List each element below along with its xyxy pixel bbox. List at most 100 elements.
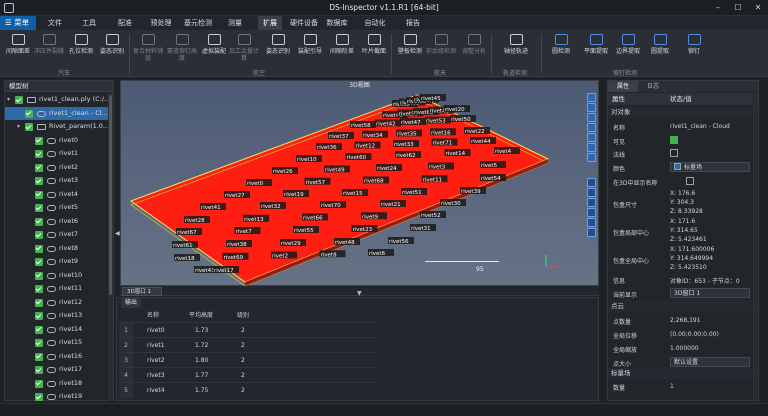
- menu-item-8[interactable]: 数据库: [322, 16, 352, 30]
- settings-icon[interactable]: [587, 228, 596, 237]
- pick-point-icon[interactable]: [587, 178, 596, 187]
- visibility-checkbox[interactable]: [35, 339, 43, 347]
- menu-item-9[interactable]: 自动化: [358, 16, 392, 30]
- normal-checkbox[interactable]: [670, 149, 678, 157]
- view-front-icon[interactable]: [587, 93, 596, 102]
- visibility-checkbox[interactable]: [35, 204, 43, 212]
- visibility-checkbox[interactable]: [35, 393, 43, 401]
- tree-item[interactable]: rivet8: [5, 242, 109, 256]
- table-row[interactable]: 4 rivet3 1.77 2: [119, 367, 375, 383]
- maximize-icon[interactable]: ☐: [728, 0, 748, 16]
- tree-item[interactable]: rivet0: [5, 134, 109, 148]
- column-header[interactable]: 名称: [147, 310, 159, 322]
- zoom-fit-icon[interactable]: [587, 153, 596, 162]
- ribbon-tool-4-4[interactable]: 铆钉: [678, 32, 710, 66]
- ribbon-tool-0-2[interactable]: 孔位检测: [65, 32, 97, 66]
- minimize-icon[interactable]: –: [708, 0, 728, 16]
- visibility-checkbox[interactable]: [35, 271, 43, 280]
- visibility-checkbox[interactable]: [35, 177, 43, 185]
- ribbon-tool-4-3[interactable]: 圆提取: [644, 32, 676, 66]
- ribbon-tool-4-0[interactable]: 圆检测: [545, 32, 577, 66]
- tab-log[interactable]: 日志: [638, 81, 668, 92]
- tree-item[interactable]: rivet18: [5, 377, 109, 391]
- tree-item[interactable]: rivet1_clean - Cl...: [5, 106, 109, 120]
- tab-properties[interactable]: 属性: [608, 81, 638, 92]
- segment-icon[interactable]: [587, 198, 596, 207]
- visible-checkbox[interactable]: [670, 136, 678, 144]
- visibility-checkbox[interactable]: [15, 96, 23, 104]
- ribbon-tool-4-1[interactable]: 平面提取: [580, 32, 612, 66]
- ribbon-tool-1-4[interactable]: 姿态识别: [262, 32, 294, 66]
- view-iso-icon[interactable]: [587, 143, 596, 152]
- ribbon-tool-2-0[interactable]: 壁板检测: [394, 32, 426, 66]
- view-back-icon[interactable]: [587, 133, 596, 142]
- visibility-checkbox[interactable]: [35, 366, 43, 374]
- tree-item[interactable]: rivet19: [5, 390, 109, 401]
- menu-item-0[interactable]: 文件: [42, 16, 68, 30]
- tab-output[interactable]: 输出: [121, 298, 141, 308]
- table-row[interactable]: 3 rivet2 1.80 2: [119, 352, 375, 368]
- ribbon-tool-1-1[interactable]: 蒙皮铆钉高度: [166, 32, 198, 66]
- tree-item[interactable]: rivet11: [5, 282, 109, 296]
- tree-item[interactable]: rivet16: [5, 350, 109, 364]
- tree-item[interactable]: ▾ Rivet_param(1.0...: [5, 120, 109, 134]
- visibility-checkbox[interactable]: [35, 190, 43, 199]
- visibility-checkbox[interactable]: [35, 163, 43, 172]
- tree-item[interactable]: rivet9: [5, 255, 109, 269]
- display-select[interactable]: 3D窗口 1: [670, 288, 750, 298]
- column-header[interactable]: 级别: [237, 310, 249, 322]
- output-collapse-arrow[interactable]: ▼: [357, 290, 362, 297]
- ribbon-tool-0-3[interactable]: 姿态识别: [96, 32, 128, 66]
- close-icon[interactable]: ✕: [748, 0, 768, 16]
- visibility-checkbox[interactable]: [35, 150, 43, 158]
- visibility-checkbox[interactable]: [35, 379, 43, 388]
- measure-icon[interactable]: [587, 188, 596, 197]
- crop-icon[interactable]: [587, 208, 596, 217]
- table-row[interactable]: 1 rivet0 1.73 2: [119, 322, 375, 338]
- ribbon-tool-2-2[interactable]: 调整分析: [458, 32, 490, 66]
- visibility-checkbox[interactable]: [35, 312, 43, 320]
- tree-item[interactable]: rivet15: [5, 336, 109, 350]
- menu-item-10[interactable]: 报告: [398, 16, 428, 30]
- ribbon-tool-2-1[interactable]: 前后缘检测: [425, 32, 457, 66]
- menu-item-1[interactable]: 工具: [76, 16, 102, 30]
- visibility-checkbox[interactable]: [35, 217, 43, 226]
- visibility-checkbox[interactable]: [35, 231, 43, 239]
- ribbon-tool-1-3[interactable]: 加工余量计算: [228, 32, 260, 66]
- visibility-checkbox[interactable]: [35, 325, 43, 334]
- tree-item[interactable]: rivet1: [5, 147, 109, 161]
- tree-item[interactable]: rivet17: [5, 363, 109, 377]
- view-right-icon[interactable]: [587, 123, 596, 132]
- tab-3d-window-1[interactable]: 3D窗口 1: [122, 287, 162, 296]
- ribbon-tool-1-6[interactable]: 间隙阶差: [326, 32, 358, 66]
- view-top-icon[interactable]: [587, 103, 596, 112]
- ribbon-tool-1-0[interactable]: 复合材料铺层: [132, 32, 164, 66]
- properties-scrollbar[interactable]: [753, 93, 757, 399]
- visibility-checkbox[interactable]: [35, 244, 43, 253]
- view-left-icon[interactable]: [587, 113, 596, 122]
- menu-item-6[interactable]: 扩展: [258, 16, 282, 30]
- tree-item[interactable]: rivet3: [5, 174, 109, 188]
- tree-scrollbar[interactable]: [108, 93, 113, 401]
- tree-item[interactable]: rivet5: [5, 201, 109, 215]
- visibility-checkbox[interactable]: [25, 109, 33, 118]
- point-size-select[interactable]: 默认设置: [670, 357, 750, 367]
- visibility-checkbox[interactable]: [35, 258, 43, 266]
- visibility-checkbox[interactable]: [35, 298, 43, 307]
- table-row[interactable]: 2 rivet1 1.72 2: [119, 337, 375, 353]
- tree-item[interactable]: rivet12: [5, 296, 109, 310]
- ribbon-tool-4-2[interactable]: 边界提取: [612, 32, 644, 66]
- ribbon-tool-0-1[interactable]: 冲压件裂缝: [33, 32, 65, 66]
- expand-icon[interactable]: ▾: [17, 120, 20, 134]
- tree-item[interactable]: rivet10: [5, 269, 109, 283]
- left-collapse-arrow[interactable]: ◀: [115, 230, 120, 237]
- tree-item[interactable]: rivet13: [5, 309, 109, 323]
- table-row[interactable]: 5 rivet4 1.75 2: [119, 382, 375, 398]
- menu-item-3[interactable]: 预处理: [146, 16, 176, 30]
- menu-item-7[interactable]: 硬件设备: [288, 16, 320, 30]
- ribbon-tool-0-0[interactable]: 间隙面差: [2, 32, 34, 66]
- expand-icon[interactable]: ▾: [7, 93, 10, 107]
- visibility-checkbox[interactable]: [35, 136, 43, 145]
- main-menu-button[interactable]: ☰ 菜单: [0, 16, 36, 30]
- color-select[interactable]: 标量场: [670, 162, 750, 172]
